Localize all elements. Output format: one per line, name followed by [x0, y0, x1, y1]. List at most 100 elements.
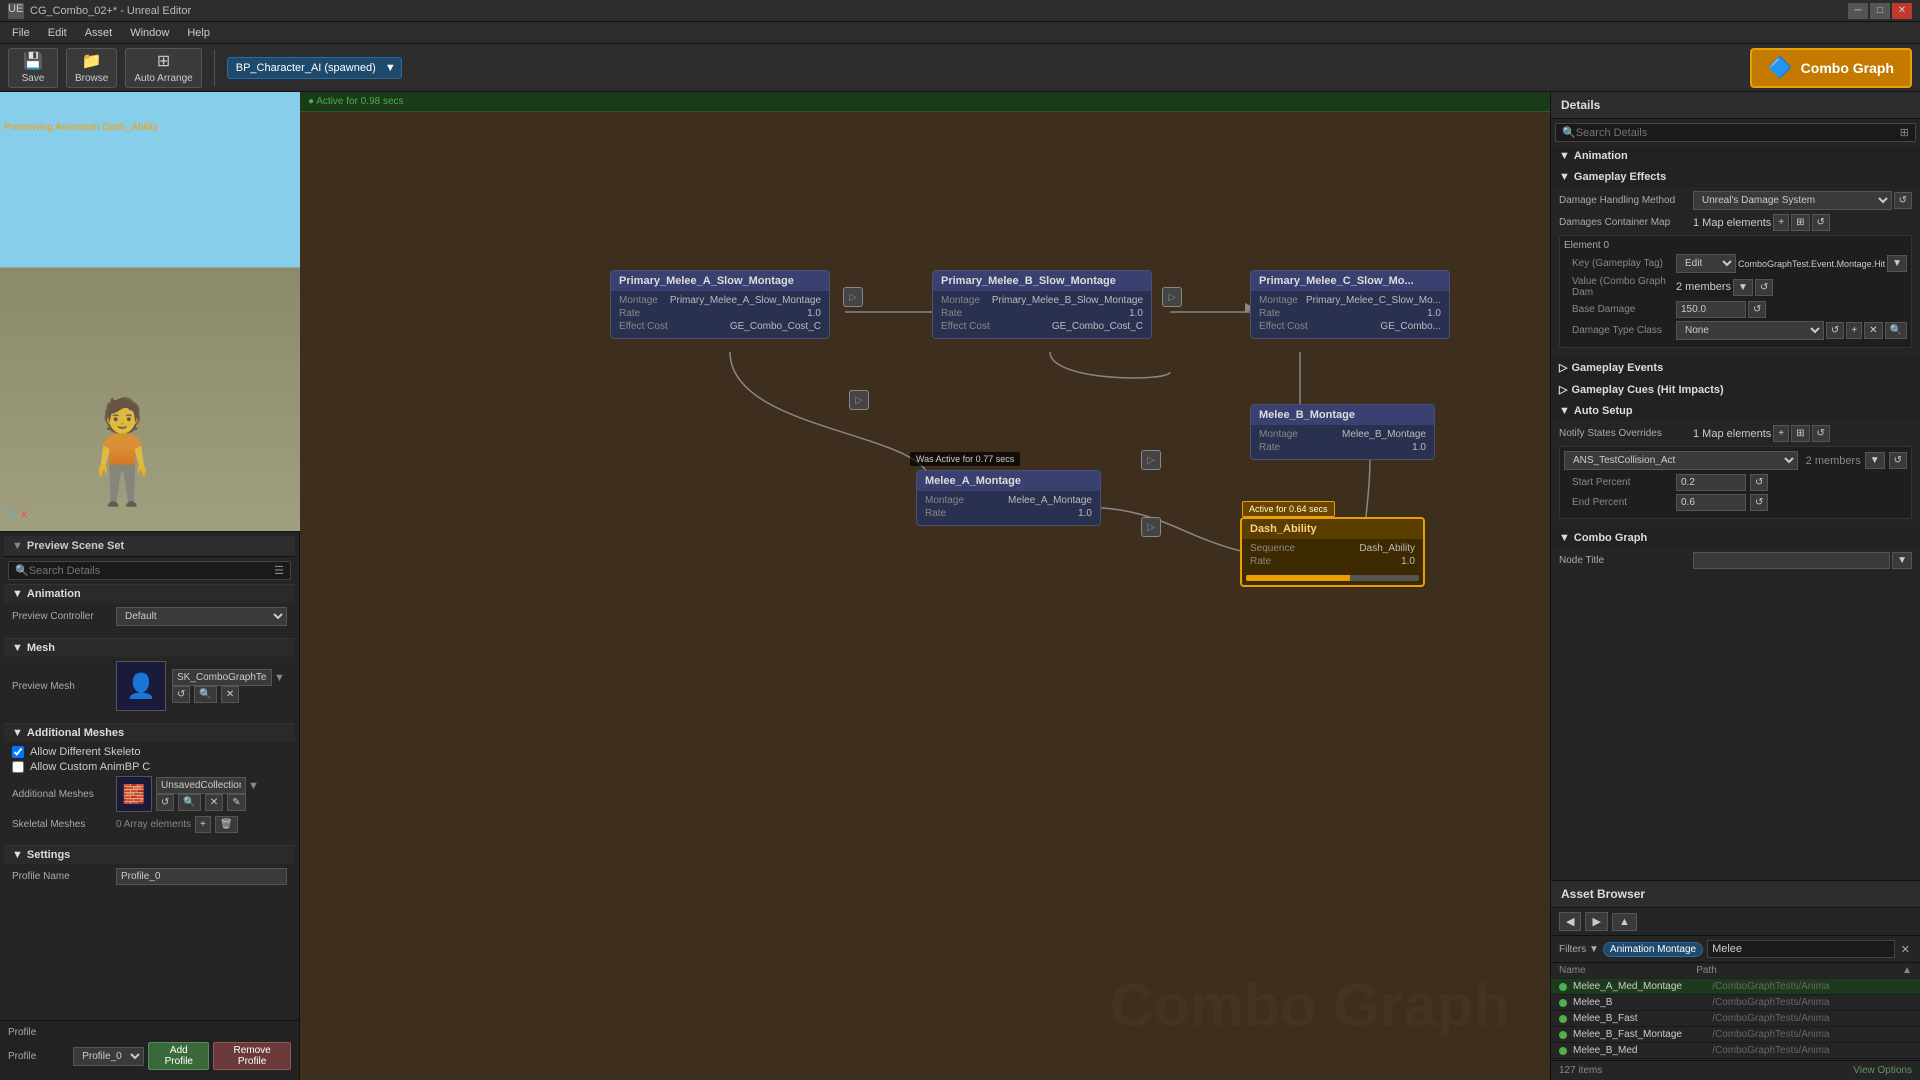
profile-dropdown[interactable]: Profile_0	[73, 1047, 144, 1066]
allow-different-skeleton-checkbox[interactable]	[12, 746, 24, 758]
asset-item-3[interactable]: Melee_B_Fast_Montage /ComboGraphTests/An…	[1551, 1027, 1920, 1043]
menu-file[interactable]: File	[4, 25, 38, 41]
end-percent-reset[interactable]: ↺	[1750, 494, 1768, 511]
details-search-input[interactable]	[1576, 127, 1900, 139]
value-expand[interactable]: ▼	[1733, 279, 1753, 296]
preview-collapse-arrow[interactable]: ▼	[12, 540, 23, 552]
start-percent-input[interactable]	[1676, 474, 1746, 491]
ans-dropdown[interactable]: ANS_TestCollision_Act	[1564, 451, 1798, 470]
additional-mesh-edit[interactable]: ✎	[227, 794, 245, 811]
ans-reset[interactable]: ↺	[1889, 452, 1907, 469]
damage-type-clear-btn[interactable]: ✕	[1864, 322, 1882, 339]
value-reset[interactable]: ↺	[1755, 279, 1773, 296]
skeletal-meshes-remove[interactable]: 🗑	[215, 816, 238, 833]
browse-button[interactable]: 📁 Browse	[66, 48, 117, 88]
minimize-button[interactable]: ─	[1848, 3, 1868, 19]
unsaved-dropdown[interactable]: ▼	[248, 780, 259, 792]
node-title-dropdown[interactable]: ▼	[1892, 552, 1912, 569]
damage-type-add-btn[interactable]: +	[1846, 322, 1862, 339]
graph-node-2[interactable]: Primary_Melee_B_Slow_Montage Montage Pri…	[932, 270, 1152, 339]
clear-filter-btn[interactable]: ✕	[1899, 941, 1912, 958]
settings-header[interactable]: ▼ Settings	[4, 845, 295, 864]
view-options-button[interactable]: View Options	[1853, 1065, 1912, 1076]
end-percent-input[interactable]	[1676, 494, 1746, 511]
ans-expand[interactable]: ▼	[1865, 452, 1885, 469]
node-title-input[interactable]	[1693, 552, 1890, 569]
list-view-icon[interactable]: ☰	[274, 564, 284, 577]
key-edit-dropdown[interactable]: Edit	[1676, 254, 1736, 273]
damage-handling-dropdown[interactable]: Unreal's Damage System	[1693, 191, 1892, 210]
mesh-name-input[interactable]	[172, 669, 272, 686]
asset-item-1[interactable]: Melee_B /ComboGraphTests/Anima	[1551, 995, 1920, 1011]
additional-meshes-header[interactable]: ▼ Additional Meshes	[4, 723, 295, 742]
left-search-input[interactable]	[29, 565, 274, 577]
mesh-clear-btn[interactable]: ✕	[221, 686, 239, 703]
menu-asset[interactable]: Asset	[77, 25, 121, 41]
additional-mesh-search[interactable]: 🔍	[178, 794, 200, 811]
save-button[interactable]: 💾 Save	[8, 48, 58, 88]
preview-controller-dropdown[interactable]: Default	[116, 607, 287, 626]
mesh-reload-btn[interactable]: ↺	[172, 686, 190, 703]
profile-actions-row: Profile Profile_0 Add Profile Remove Pro…	[8, 1042, 291, 1070]
node-2-rate-row: Rate 1.0	[941, 308, 1143, 319]
add-profile-button[interactable]: Add Profile	[148, 1042, 209, 1070]
menu-help[interactable]: Help	[179, 25, 218, 41]
mesh-dropdown-arrow[interactable]: ▼	[274, 672, 285, 684]
filter-input[interactable]	[1707, 940, 1895, 958]
auto-arrange-button[interactable]: ⊞ Auto Arrange	[125, 48, 201, 88]
combo-graph-button[interactable]: 🔷 Combo Graph	[1750, 48, 1912, 88]
was-active-label: Was Active for 0.77 secs	[910, 452, 1020, 466]
details-title: Details	[1561, 98, 1600, 112]
main-layout: ▼ Perspective Lit Show Character LOD Aut…	[0, 92, 1920, 1080]
damages-container-reset[interactable]: ↺	[1812, 214, 1830, 231]
asset-item-0[interactable]: Melee_A_Med_Montage /ComboGraphTests/Ani…	[1551, 979, 1920, 995]
additional-mesh-clear[interactable]: ✕	[205, 794, 223, 811]
graph-node-1[interactable]: Primary_Melee_A_Slow_Montage Montage Pri…	[610, 270, 830, 339]
asset-nav-forward[interactable]: ▶	[1585, 912, 1607, 931]
key-tag-arrow[interactable]: ▼	[1887, 255, 1907, 272]
close-button[interactable]: ✕	[1892, 3, 1912, 19]
graph-node-3[interactable]: Primary_Melee_C_Slow_Mo... Montage Prima…	[1250, 270, 1450, 339]
details-view-icon[interactable]: ⊞	[1900, 126, 1909, 139]
graph-node-5[interactable]: Melee_A_Montage Montage Melee_A_Montage …	[916, 470, 1101, 526]
menu-edit[interactable]: Edit	[40, 25, 75, 41]
maximize-button[interactable]: □	[1870, 3, 1890, 19]
mesh-section-header[interactable]: ▼ Mesh	[4, 638, 295, 657]
notify-states-reset[interactable]: ↺	[1812, 425, 1830, 442]
menu-window[interactable]: Window	[122, 25, 177, 41]
damage-type-row: Damage Type Class None ↺ + ✕ 🔍	[1564, 321, 1907, 340]
bp-selector[interactable]: BP_Character_AI (spawned)	[227, 57, 402, 79]
auto-setup-header[interactable]: ▼ Auto Setup	[1551, 401, 1920, 421]
base-damage-input[interactable]	[1676, 301, 1746, 318]
damages-container-grid[interactable]: ⊞	[1791, 214, 1809, 231]
graph-area[interactable]: ● Active for 0.98 secs	[300, 92, 1550, 1080]
asset-item-2[interactable]: Melee_B_Fast /ComboGraphTests/Anima	[1551, 1011, 1920, 1027]
notify-states-add[interactable]: +	[1773, 425, 1789, 442]
detail-animation-header[interactable]: ▼ Animation	[1551, 146, 1920, 166]
damage-type-dropdown[interactable]: None	[1676, 321, 1824, 340]
graph-node-6[interactable]: Active for 0.64 secs Dash_Ability Sequen…	[1240, 517, 1425, 587]
mesh-search-btn[interactable]: 🔍	[194, 686, 216, 703]
animation-section-header[interactable]: ▼ Animation	[4, 584, 295, 603]
unsaved-collection-input[interactable]	[156, 777, 246, 794]
gameplay-effects-header[interactable]: ▼ Gameplay Effects	[1551, 167, 1920, 187]
notify-states-grid[interactable]: ⊞	[1791, 425, 1809, 442]
skeletal-meshes-add[interactable]: +	[195, 816, 211, 833]
damage-type-browse-btn[interactable]: 🔍	[1885, 322, 1907, 339]
start-percent-reset[interactable]: ↺	[1750, 474, 1768, 491]
damage-handling-reset[interactable]: ↺	[1894, 192, 1912, 209]
damage-type-reset-btn[interactable]: ↺	[1826, 322, 1844, 339]
asset-nav-back[interactable]: ◀	[1559, 912, 1581, 931]
asset-item-4[interactable]: Melee_B_Med /ComboGraphTests/Anima	[1551, 1043, 1920, 1059]
damages-container-add[interactable]: +	[1773, 214, 1789, 231]
asset-nav-up[interactable]: ▲	[1612, 913, 1637, 931]
remove-profile-button[interactable]: Remove Profile	[213, 1042, 291, 1070]
gameplay-cues-header[interactable]: ▷ Gameplay Cues (Hit Impacts)	[1551, 379, 1920, 400]
allow-custom-anim-checkbox[interactable]	[12, 761, 24, 773]
profile-name-input[interactable]	[116, 868, 287, 885]
additional-mesh-reload[interactable]: ↺	[156, 794, 174, 811]
combo-graph-section-header[interactable]: ▼ Combo Graph	[1551, 528, 1920, 548]
graph-node-4[interactable]: Melee_B_Montage Montage Melee_B_Montage …	[1250, 404, 1435, 460]
gameplay-events-header[interactable]: ▷ Gameplay Events	[1551, 357, 1920, 378]
base-damage-reset[interactable]: ↺	[1748, 301, 1766, 318]
